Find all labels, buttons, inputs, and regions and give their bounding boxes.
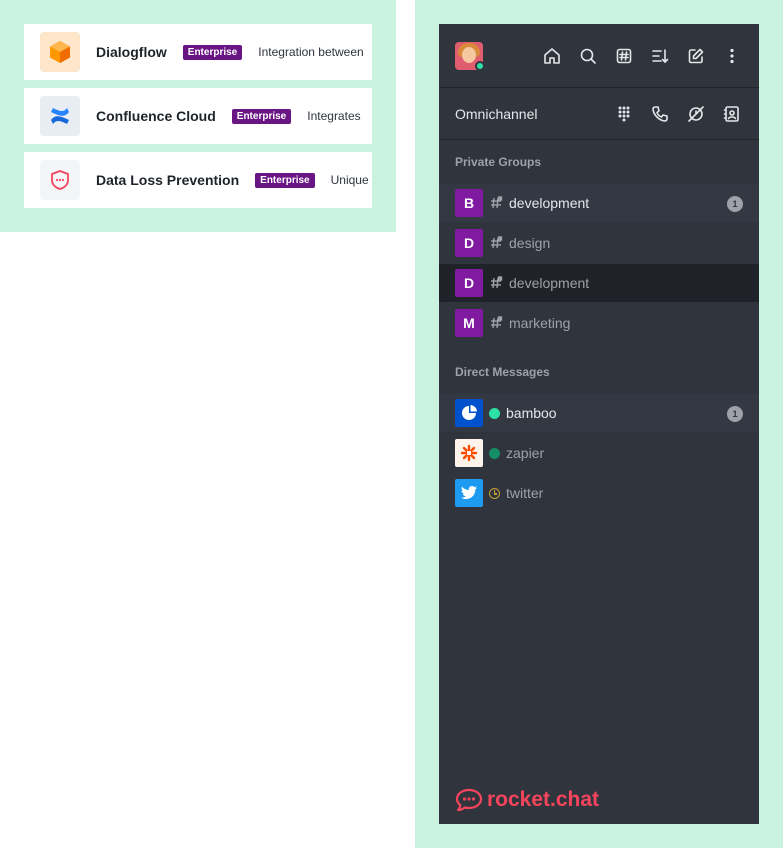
sidebar: Omnichannel Private Groups B development… (439, 24, 759, 824)
private-channel-icon (489, 276, 503, 290)
status-online (489, 447, 500, 459)
sort-icon[interactable] (649, 45, 671, 67)
rocketchat-logo: rocket.chat (455, 788, 599, 812)
room-item[interactable]: D development (439, 264, 759, 302)
contact-center-icon[interactable] (721, 103, 743, 125)
app-description: Unique (330, 173, 369, 187)
kebab-menu-icon[interactable] (721, 45, 743, 67)
shield-icon (40, 160, 80, 200)
room-avatar: B (455, 189, 483, 217)
unread-badge: 1 (727, 196, 743, 212)
enterprise-badge: Enterprise (231, 108, 292, 124)
dm-item[interactable]: zapier (439, 434, 759, 472)
status-online (489, 407, 500, 419)
app-description: Integrates (307, 109, 361, 123)
private-channel-icon (489, 316, 503, 330)
app-name: Dialogflow (96, 44, 167, 60)
dm-item[interactable]: twitter (439, 474, 759, 512)
status-away-clock-icon (489, 487, 500, 499)
home-icon[interactable] (541, 45, 563, 67)
app-name: Confluence Cloud (96, 108, 216, 124)
apps-panel: Dialogflow Enterprise Integration betwee… (0, 0, 396, 232)
room-avatar: M (455, 309, 483, 337)
room-name: design (509, 235, 551, 251)
bamboo-icon (455, 399, 483, 427)
phone-icon[interactable] (649, 103, 671, 125)
cube-icon (40, 32, 80, 72)
sidebar-panel: Omnichannel Private Groups B development… (415, 0, 783, 848)
dm-item[interactable]: bamboo 1 (439, 394, 759, 432)
enterprise-badge: Enterprise (182, 44, 243, 60)
private-channel-icon (489, 236, 503, 250)
app-description: Integration between (258, 45, 364, 59)
app-card-dialogflow[interactable]: Dialogflow Enterprise Integration betwee… (24, 24, 372, 80)
room-avatar: D (455, 269, 483, 297)
room-avatar: D (455, 229, 483, 257)
room-item[interactable]: B development 1 (439, 184, 759, 222)
room-name: development (509, 195, 590, 211)
sidebar-topbar (439, 24, 759, 88)
direct-messages-title: Direct Messages (455, 365, 550, 379)
user-status-online (475, 61, 485, 71)
search-icon[interactable] (577, 45, 599, 67)
app-name: Data Loss Prevention (96, 172, 240, 188)
room-name: development (509, 275, 590, 291)
directory-icon[interactable] (613, 45, 635, 67)
private-groups-title: Private Groups (455, 155, 542, 169)
app-card-confluence[interactable]: Confluence Cloud Enterprise Integrates (24, 88, 372, 144)
zapier-icon (455, 439, 483, 467)
unread-badge: 1 (727, 406, 743, 422)
create-new-icon[interactable] (685, 45, 707, 67)
queue-paused-icon[interactable] (685, 103, 707, 125)
room-name: marketing (509, 315, 571, 331)
topbar-actions (541, 45, 743, 67)
dialpad-icon[interactable] (613, 103, 635, 125)
dm-name: twitter (506, 485, 544, 501)
private-channel-icon (489, 196, 503, 210)
room-item[interactable]: M marketing (439, 304, 759, 342)
dm-name: bamboo (506, 405, 557, 421)
room-item[interactable]: D design (439, 224, 759, 262)
enterprise-badge: Enterprise (255, 172, 315, 188)
twitter-icon (455, 479, 483, 507)
dm-name: zapier (506, 445, 545, 461)
omnichannel-actions (613, 103, 743, 125)
avatar-face (462, 46, 476, 63)
confluence-icon (40, 96, 80, 136)
omnichannel-bar: Omnichannel (439, 88, 759, 140)
omnichannel-title: Omnichannel (455, 105, 538, 122)
app-card-dlp[interactable]: Data Loss Prevention Enterprise Unique (24, 152, 372, 208)
brand-name: rocket.chat (487, 788, 600, 811)
rocket-logo-icon (455, 788, 483, 812)
